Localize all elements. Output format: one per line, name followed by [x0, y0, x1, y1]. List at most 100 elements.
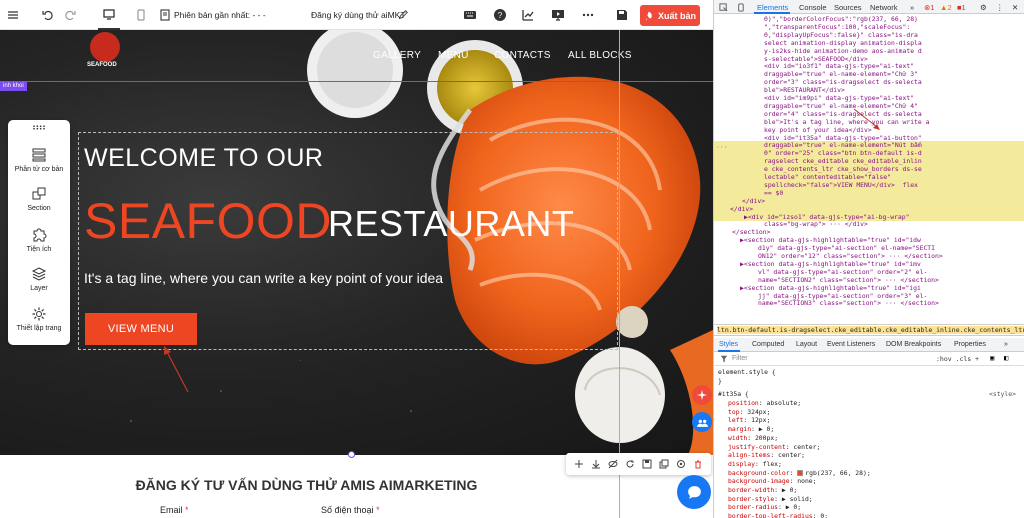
- dom-breadcrumb[interactable]: ltn.btn-default.is-dragselect.cke_editab…: [714, 324, 1024, 336]
- publish-button[interactable]: Xuất bản: [640, 5, 700, 26]
- edit-title-icon[interactable]: [397, 0, 409, 30]
- nav-gallery[interactable]: GALLERY: [373, 50, 421, 61]
- group-icon: [696, 419, 708, 427]
- help-icon[interactable]: ?: [492, 0, 508, 30]
- css-property-line[interactable]: margin: ▶ 0;: [728, 425, 774, 434]
- panel-item-label: Phần tử cơ bản: [14, 166, 64, 173]
- delete-icon[interactable]: [693, 459, 703, 469]
- undo-icon[interactable]: [40, 0, 56, 30]
- preview-icon[interactable]: [550, 0, 566, 30]
- close-icon[interactable]: ✕: [1012, 3, 1018, 12]
- duplicate-icon[interactable]: [659, 459, 669, 469]
- css-property-line[interactable]: width: 200px;: [728, 434, 778, 443]
- nav-menu[interactable]: MENU: [438, 50, 469, 61]
- gear-icon: [32, 307, 46, 321]
- phone-label: Số điện thoại *: [321, 505, 380, 515]
- css-property-line[interactable]: justify-content: center;: [728, 443, 820, 452]
- tab-elements[interactable]: Elements: [757, 3, 788, 12]
- css-property-line[interactable]: top: 324px;: [728, 408, 770, 417]
- hero-welcome-text[interactable]: WELCOME TO OUR: [84, 144, 323, 173]
- nav-all-blocks[interactable]: ALL BLOCKS: [568, 50, 632, 61]
- hero-restaurant-text[interactable]: RESTAURANT: [328, 203, 574, 245]
- resize-handle[interactable]: [348, 451, 355, 458]
- ai-assistant-button[interactable]: [692, 385, 712, 405]
- issues-badge[interactable]: ■1: [957, 3, 966, 12]
- mobile-view-icon[interactable]: [133, 0, 149, 30]
- svg-text:?: ?: [498, 11, 503, 20]
- more-tabs-icon[interactable]: »: [910, 3, 914, 12]
- screen: Phiên bản gần nhất: - - - Đăng ký dùng t…: [0, 0, 1024, 518]
- save-icon[interactable]: [614, 0, 630, 30]
- refresh-icon[interactable]: [625, 459, 635, 469]
- css-property-line[interactable]: border-top-left-radius: 0;: [728, 512, 828, 518]
- community-button[interactable]: [692, 412, 712, 432]
- publish-label: Xuất bản: [657, 10, 696, 21]
- form-title: ĐĂNG KÝ TƯ VẤN DÙNG THỬ AMIS AIMARKETING: [135, 477, 478, 493]
- tab-properties[interactable]: Properties: [954, 341, 986, 348]
- error-badge[interactable]: ⊗1: [924, 3, 934, 12]
- css-property-line[interactable]: display: flex;: [728, 460, 782, 469]
- puzzle-icon: [33, 228, 47, 242]
- panel-utilities[interactable]: Tiện ích: [8, 227, 70, 253]
- css-property-line[interactable]: left: 12px;: [728, 416, 770, 425]
- chat-button[interactable]: [677, 475, 711, 509]
- dom-tree[interactable]: 0)","borderColorFocus":"rgb(237, 66, 28)…: [714, 14, 1024, 322]
- panel-basic-elements[interactable]: Phần tử cơ bản: [8, 147, 70, 173]
- hero-seafood-text[interactable]: SEAFOOD: [84, 192, 332, 250]
- kebab-menu-icon[interactable]: ⋮: [996, 3, 1004, 12]
- css-property-line[interactable]: background-image: none;: [728, 477, 817, 486]
- tab-console[interactable]: Console: [799, 3, 827, 12]
- css-property-line[interactable]: border-style: ▶ solid;: [728, 495, 813, 504]
- editor-canvas[interactable]: SEAFOOD GALLERY MENU CONTACTS ALL BLOCKS…: [0, 30, 713, 518]
- panel-drag-handle[interactable]: [8, 125, 70, 133]
- tab-sources[interactable]: Sources: [834, 3, 862, 12]
- tab-dom-breakpoints[interactable]: DOM Breakpoints: [886, 341, 941, 348]
- color-swatch[interactable]: [797, 469, 804, 476]
- redo-icon[interactable]: [62, 0, 78, 30]
- menu-icon[interactable]: [6, 0, 20, 30]
- keyboard-icon[interactable]: [462, 0, 478, 30]
- page-title: Đăng ký dùng thử aiMKT: [311, 10, 406, 20]
- layers-icon: [31, 267, 47, 281]
- move-icon[interactable]: [574, 459, 584, 469]
- tab-styles[interactable]: Styles: [719, 341, 738, 348]
- element-style-rule: element.style {: [718, 368, 776, 376]
- hide-icon[interactable]: [608, 459, 618, 469]
- panel-page-settings[interactable]: Thiết lập trang: [8, 306, 70, 332]
- panel-section[interactable]: Section: [8, 186, 70, 212]
- css-property-line[interactable]: background-color: rgb(237, 66, 28);: [728, 469, 871, 478]
- hov-cls-toggles[interactable]: :hov .cls +: [936, 355, 979, 363]
- device-toggle-icon[interactable]: [734, 0, 746, 14]
- tab-network[interactable]: Network: [870, 3, 898, 12]
- tab-layout[interactable]: Layout: [796, 341, 817, 348]
- tab-event-listeners[interactable]: Event Listeners: [827, 341, 875, 348]
- save-block-icon[interactable]: [642, 459, 652, 469]
- panel-item-label: Tiện ích: [26, 246, 52, 253]
- analytics-icon[interactable]: [520, 0, 536, 30]
- gear-icon[interactable]: ⚙: [980, 3, 987, 12]
- version-label[interactable]: Phiên bản gần nhất: - - -: [174, 0, 266, 30]
- styles-filter-input[interactable]: Filter: [732, 355, 748, 362]
- panel-layer[interactable]: Layer: [8, 266, 70, 292]
- more-icon[interactable]: [580, 0, 596, 30]
- css-property-line[interactable]: border-radius: ▶ 0;: [728, 503, 801, 512]
- settings-icon[interactable]: [676, 459, 686, 469]
- more-tabs-icon[interactable]: »: [1004, 341, 1008, 348]
- css-property-line[interactable]: align-items: center;: [728, 451, 805, 460]
- rule-source[interactable]: <style>: [989, 390, 1016, 399]
- view-menu-button[interactable]: VIEW MENU: [85, 313, 197, 345]
- tab-computed[interactable]: Computed: [752, 341, 784, 348]
- nav-contacts[interactable]: CONTACTS: [494, 50, 551, 61]
- styles-pane[interactable]: element.style { } #it35a { <style> posit…: [714, 368, 1024, 518]
- inspect-icon[interactable]: [717, 0, 729, 14]
- warning-badge[interactable]: ▲2: [940, 3, 952, 12]
- css-property-line[interactable]: position: absolute;: [728, 399, 801, 408]
- css-property-line[interactable]: border-width: ▶ 0;: [728, 486, 797, 495]
- devtools-panel: Elements Console Sources Network » ⊗1 ▲2…: [713, 0, 1024, 518]
- hero-section[interactable]: SEAFOOD GALLERY MENU CONTACTS ALL BLOCKS…: [0, 30, 713, 455]
- sidebar-toggle-icon[interactable]: ◧: [1004, 354, 1008, 362]
- download-icon[interactable]: [591, 459, 601, 469]
- hero-tagline[interactable]: It's a tag line, where you can write a k…: [84, 270, 443, 286]
- desktop-view-icon[interactable]: [98, 0, 120, 30]
- computed-toggle-icon[interactable]: ▣: [990, 354, 994, 362]
